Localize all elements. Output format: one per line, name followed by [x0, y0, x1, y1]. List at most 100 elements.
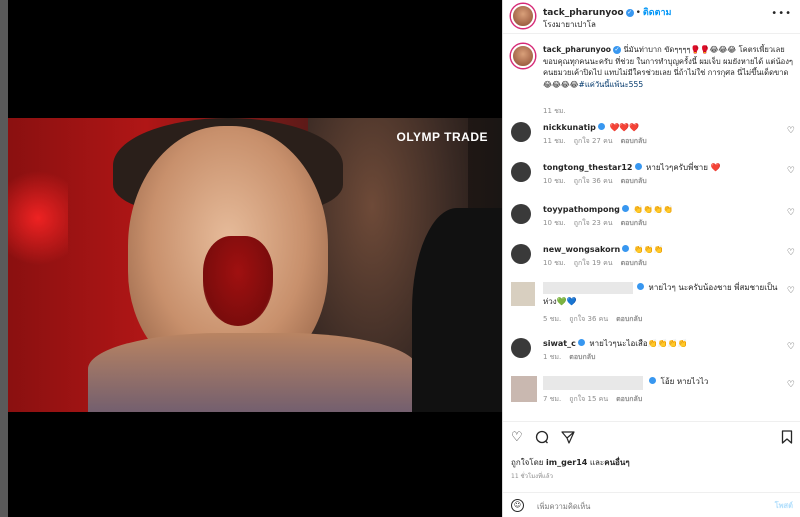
commenter-avatar[interactable]: [511, 244, 531, 264]
commenter-avatar[interactable]: [511, 376, 537, 402]
comment-meta: 5 ชม. ถูกใจ 36 คน ตอบกลับ: [543, 314, 650, 325]
reply-button[interactable]: ตอบกลับ: [621, 177, 647, 185]
comments-list[interactable]: tack_pharunyoo ✓ นี่มันท่าบาก ขัดๆๆๆๆ🥊🥊😂😂…: [503, 36, 800, 421]
emoji-icon[interactable]: ☺: [511, 499, 524, 512]
author-avatar[interactable]: [511, 4, 535, 28]
commenter-avatar[interactable]: [511, 122, 531, 142]
reply-button[interactable]: ตอบกลับ: [569, 353, 595, 361]
comment-text: โอ้ย หายไวไว: [647, 376, 787, 387]
caption-username[interactable]: tack_pharunyoo: [543, 45, 611, 54]
comment-meta: 10 ชม. ถูกใจ 19 คน ตอบกลับ: [543, 258, 655, 269]
like-comment-heart-icon[interactable]: ♡: [787, 208, 795, 218]
comment-body: หายไวๆครับพี่ชาย ❤️: [646, 163, 721, 172]
comment-time: 7 ชม.: [543, 395, 562, 403]
comment-time: 1 ชม.: [543, 353, 562, 361]
comment-text: tongtong_thestar12 หายไวๆครับพี่ชาย ❤️: [543, 162, 783, 173]
foreground-silhouette: [412, 208, 502, 412]
commenter-username[interactable]: toyypathompong: [543, 205, 620, 214]
commenter-username[interactable]: siwat_c: [543, 339, 576, 348]
fighter-shoulders: [88, 333, 418, 412]
share-send-icon[interactable]: [561, 430, 575, 448]
comment-like-count[interactable]: ถูกใจ 27 คน: [574, 137, 613, 145]
verified-icon: [621, 205, 629, 212]
instagram-post-modal: OLYMP TRADE tack_pharunyoo ✓ • ติดตาม โรงมา…: [0, 0, 800, 517]
like-comment-heart-icon[interactable]: ♡: [787, 126, 795, 136]
action-icons-row: ♡: [511, 430, 793, 448]
background-light: [8, 158, 68, 278]
more-options-icon[interactable]: •••: [771, 8, 792, 19]
comment-input[interactable]: [537, 499, 757, 513]
comment-like-count[interactable]: ถูกใจ 36 คน: [569, 315, 608, 323]
reply-button[interactable]: ตอบกลับ: [621, 259, 647, 267]
post-comment-button[interactable]: โพสต์: [775, 500, 793, 512]
comment-body: หายไวๆ นะครับน้องชาย พี่สมชายเป็น: [648, 283, 778, 292]
reply-button[interactable]: ตอบกลับ: [621, 219, 647, 227]
verified-icon: ✓: [625, 9, 634, 17]
comment-bubble-icon[interactable]: [535, 430, 549, 448]
comment-text: siwat_c หายไวๆนะไอเสือ👏👏👏👏: [543, 338, 783, 349]
comment-time: 5 ชม.: [543, 315, 562, 323]
comment-time: 10 ชม.: [543, 219, 566, 227]
verified-icon: [577, 339, 585, 346]
comment-like-count[interactable]: ถูกใจ 15 คน: [569, 395, 608, 403]
commenter-avatar[interactable]: [511, 162, 531, 182]
caption-hashtag[interactable]: #แค่วันนี้แพ้นะ555: [579, 80, 644, 89]
comment-body: โอ้ย หายไวไว: [660, 377, 709, 386]
verified-icon: [634, 163, 642, 170]
post-timestamp: 11 ชั่วโมงที่แล้ว: [511, 473, 553, 480]
caption-author-avatar[interactable]: [511, 44, 535, 68]
commenter-avatar[interactable]: [511, 338, 531, 358]
verified-icon: [597, 123, 605, 130]
comment-meta: 7 ชม. ถูกใจ 15 คน ตอบกลับ: [543, 394, 650, 405]
add-comment-bar: ☺ โพสต์: [503, 492, 800, 517]
post-actions: ♡ ถูกใจโดย im_ger14 และคนอื่นๆ 11 ชั่วโม…: [503, 421, 800, 517]
like-comment-heart-icon[interactable]: ♡: [787, 342, 795, 352]
verified-icon: [637, 283, 644, 290]
liked-by-username[interactable]: im_ger14: [546, 458, 587, 467]
like-heart-icon[interactable]: ♡: [511, 430, 523, 445]
comment-meta: 10 ชม. ถูกใจ 36 คน ตอบกลับ: [543, 176, 655, 187]
nosebleed: [203, 236, 273, 326]
background-feed-edge: [0, 0, 8, 517]
liked-by-prefix: ถูกใจโดย: [511, 458, 544, 467]
liked-by-others[interactable]: คนอื่นๆ: [604, 458, 629, 467]
post-photo[interactable]: OLYMP TRADE: [8, 118, 502, 412]
like-comment-heart-icon[interactable]: ♡: [787, 248, 795, 258]
comment-meta: 10 ชม. ถูกใจ 23 คน ตอบกลับ: [543, 218, 655, 229]
verified-icon: ✓: [613, 46, 622, 54]
liked-by-summary[interactable]: ถูกใจโดย im_ger14 และคนอื่นๆ: [511, 456, 630, 469]
commenter-avatar[interactable]: [511, 282, 535, 306]
sponsor-watermark: OLYMP TRADE: [396, 130, 488, 144]
comment-like-count[interactable]: ถูกใจ 19 คน: [574, 259, 613, 267]
comment-time: 11 ชม.: [543, 137, 566, 145]
commenter-avatar[interactable]: [511, 204, 531, 224]
caption-text: tack_pharunyoo ✓ นี่มันท่าบาก ขัดๆๆๆๆ🥊🥊😂😂…: [543, 44, 793, 90]
caption-time: 11 ชม.: [543, 107, 566, 115]
post-media[interactable]: OLYMP TRADE: [8, 0, 502, 517]
comment-text: new_wongsakorn 👏👏👏: [543, 244, 783, 255]
comment-text-continued: ห่วง💚💙: [543, 297, 577, 306]
post-side-panel: tack_pharunyoo ✓ • ติดตาม โรงมายาเปาโล ••• …: [502, 0, 800, 517]
author-username[interactable]: tack_pharunyoo: [543, 8, 624, 18]
like-comment-heart-icon[interactable]: ♡: [787, 286, 795, 296]
comment-body: 👏👏👏👏: [633, 205, 674, 214]
reply-button[interactable]: ตอบกลับ: [616, 315, 642, 323]
like-comment-heart-icon[interactable]: ♡: [787, 166, 795, 176]
reply-button[interactable]: ตอบกลับ: [616, 395, 642, 403]
follow-button[interactable]: ติดตาม: [643, 8, 672, 18]
comment-like-count[interactable]: ถูกใจ 36 คน: [574, 177, 613, 185]
commenter-username[interactable]: tongtong_thestar12: [543, 163, 633, 172]
comment-like-count[interactable]: ถูกใจ 23 คน: [574, 219, 613, 227]
save-bookmark-icon[interactable]: [781, 430, 793, 448]
redacted-username: [543, 282, 633, 294]
comment-meta: 1 ชม. ตอบกลับ: [543, 352, 603, 363]
like-comment-heart-icon[interactable]: ♡: [787, 380, 795, 390]
comment-body: 👏👏👏: [633, 245, 664, 254]
post-header: tack_pharunyoo ✓ • ติดตาม โรงมายาเปาโล •••: [503, 0, 800, 34]
commenter-username[interactable]: nickkunatip: [543, 123, 596, 132]
reply-button[interactable]: ตอบกลับ: [621, 137, 647, 145]
verified-icon: [649, 377, 656, 384]
commenter-username[interactable]: new_wongsakorn: [543, 245, 620, 254]
redacted-username: [543, 376, 643, 390]
post-location[interactable]: โรงมายาเปาโล: [543, 18, 596, 31]
